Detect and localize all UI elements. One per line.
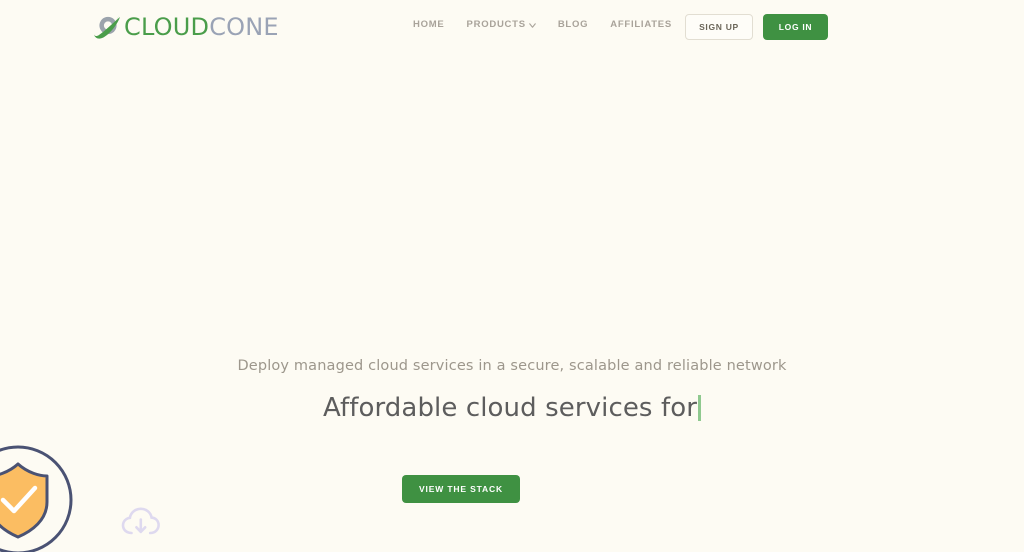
chevron-down-icon <box>529 22 536 29</box>
view-the-stack-button[interactable]: VIEW THE STACK <box>402 475 520 503</box>
nav-item-blog[interactable]: BLOG <box>558 19 588 30</box>
sign-up-button[interactable]: SIGN UP <box>685 14 753 40</box>
nav-item-affiliates-label: AFFILIATES <box>610 19 672 30</box>
nav-item-products[interactable]: PRODUCTS <box>467 19 536 30</box>
hero-subtitle: Deploy managed cloud services in a secur… <box>0 358 1024 374</box>
shield-check-icon <box>0 444 74 552</box>
hero-section: Deploy managed cloud services in a secur… <box>0 0 1024 552</box>
brand-text-primary: CLOUD <box>124 13 209 41</box>
brand-text-secondary: CONE <box>209 13 279 41</box>
typing-cursor <box>698 395 701 421</box>
cloudcone-swoosh-logo-icon <box>92 12 122 42</box>
nav-item-affiliates[interactable]: AFFILIATES <box>610 19 672 30</box>
nav-item-products-label: PRODUCTS <box>467 19 526 30</box>
log-in-button[interactable]: LOG IN <box>763 14 828 40</box>
brand-wordmark: CLOUDCONE <box>124 15 279 39</box>
site-header: CLOUDCONE HOME PRODUCTS BLOG AFFILIATES … <box>0 0 1024 56</box>
brand-logo-link[interactable]: CLOUDCONE <box>92 11 279 43</box>
hero-title-row: Affordable cloud services for <box>0 392 1024 426</box>
nav-item-blog-label: BLOG <box>558 19 588 30</box>
cloud-download-icon <box>121 506 161 540</box>
nav-item-home[interactable]: HOME <box>413 19 445 30</box>
hero-title: Affordable cloud services for <box>323 393 697 423</box>
header-actions: SIGN UP LOG IN <box>685 14 828 40</box>
nav-item-home-label: HOME <box>413 19 445 30</box>
